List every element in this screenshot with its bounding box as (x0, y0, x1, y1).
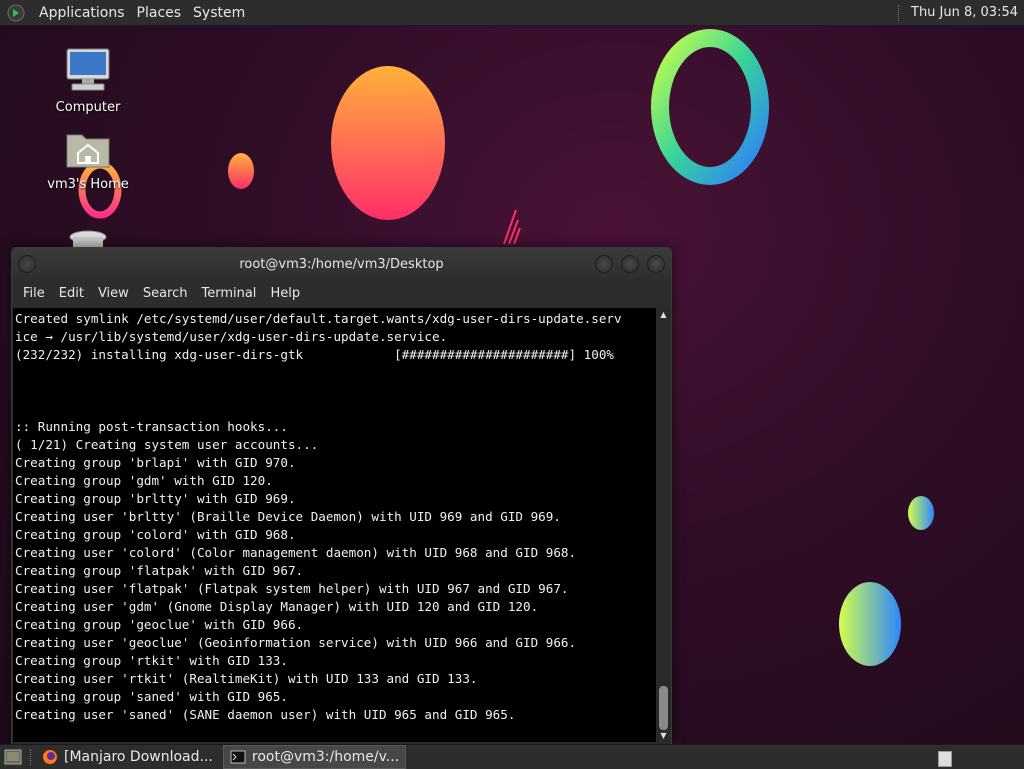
desktop-icon-computer[interactable]: Computer (38, 46, 138, 115)
terminal-line: Creating user 'brltty' (Braille Device D… (15, 509, 561, 524)
menu-file[interactable]: File (16, 286, 52, 301)
terminal-line: Creating group 'brltty' with GID 969. (15, 491, 296, 506)
terminal-output-text: Created symlink /etc/systemd/user/defaul… (13, 308, 656, 724)
scroll-up-arrow-icon[interactable]: ▲ (659, 310, 668, 319)
terminal-icon (230, 750, 246, 764)
terminal-window[interactable]: root@vm3:/home/vm3/Desktop File Edit Vie… (11, 247, 672, 745)
scrollbar-thumb[interactable] (659, 686, 668, 730)
terminal-scrollbar[interactable]: ▲ ▼ (657, 308, 670, 742)
terminal-menubar: File Edit View Search Terminal Help (12, 280, 671, 306)
desktop-icon-label: Computer (55, 100, 121, 115)
terminal-line: ( 1/21) Creating system user accounts... (15, 437, 319, 452)
green-blue-ring (651, 29, 769, 185)
desktop-icon-label: vm3's Home (47, 177, 129, 192)
scroll-down-arrow-icon[interactable]: ▼ (659, 731, 668, 740)
minimize-button[interactable] (595, 255, 613, 273)
window-menu-button[interactable] (18, 255, 36, 273)
terminal-line: (232/232) installing xdg-user-dirs-gtk [… (15, 347, 614, 362)
taskbar-item-label: [Manjaro Download... (64, 749, 213, 765)
computer-icon (66, 48, 110, 91)
show-desktop-icon[interactable] (4, 749, 22, 765)
panel-separator (30, 749, 32, 765)
window-titlebar[interactable]: root@vm3:/home/vm3/Desktop (12, 248, 671, 280)
terminal-line: Creating group 'colord' with GID 968. (15, 527, 296, 542)
trash-applet-icon[interactable] (938, 751, 952, 767)
taskbar-item-firefox[interactable]: [Manjaro Download... (36, 746, 219, 768)
bottom-panel: [Manjaro Download... root@vm3:/home/v... (0, 744, 1024, 769)
terminal-line: Creating user 'gdm' (Gnome Display Manag… (15, 599, 539, 614)
terminal-line: Creating group 'gdm' with GID 120. (15, 473, 273, 488)
firefox-icon (43, 750, 57, 764)
terminal-line: :: Running post-transaction hooks... (15, 419, 288, 434)
menu-help[interactable]: Help (263, 286, 307, 301)
menu-search[interactable]: Search (136, 286, 195, 301)
orange-blob-small (228, 153, 254, 189)
menu-edit[interactable]: Edit (52, 286, 91, 301)
green-blue-blob-small (908, 496, 934, 530)
taskbar-item-terminal[interactable]: root@vm3:/home/v... (222, 745, 407, 769)
desktop-icon-home[interactable]: vm3's Home (38, 127, 138, 192)
terminal-line: Creating group 'flatpak' with GID 967. (15, 563, 304, 578)
terminal-line: Creating user 'saned' (SANE daemon user)… (15, 707, 516, 722)
orange-blob-large (331, 66, 445, 220)
menu-view[interactable]: View (91, 286, 136, 301)
terminal-line: Creating user 'geoclue' (Geoinformation … (15, 635, 577, 650)
terminal-output-area[interactable]: Created symlink /etc/systemd/user/defaul… (13, 308, 656, 742)
maximize-button[interactable] (621, 255, 639, 273)
terminal-line: Creating group 'saned' with GID 965. (15, 689, 288, 704)
terminal-line: Creating group 'rtkit' with GID 133. (15, 653, 288, 668)
terminal-line: Creating group 'brlapi' with GID 970. (15, 455, 296, 470)
terminal-line: Creating user 'rtkit' (RealtimeKit) with… (15, 671, 478, 686)
window-title: root@vm3:/home/vm3/Desktop (239, 256, 444, 272)
close-button[interactable] (647, 255, 665, 273)
terminal-line: Created symlink /etc/systemd/user/defaul… (15, 311, 622, 326)
green-blue-blob-large (839, 582, 901, 666)
terminal-line: Creating user 'colord' (Color management… (15, 545, 577, 560)
pink-stripes (503, 209, 521, 245)
trash-icon (69, 230, 107, 249)
terminal-line: Creating user 'flatpak' (Flatpak system … (15, 581, 569, 596)
taskbar-item-label: root@vm3:/home/v... (251, 749, 400, 765)
terminal-line: ice → /usr/lib/systemd/user/xdg-user-dir… (15, 329, 448, 344)
menu-terminal[interactable]: Terminal (194, 286, 263, 301)
terminal-line: Creating group 'geoclue' with GID 966. (15, 617, 304, 632)
home-folder-icon (66, 134, 110, 168)
